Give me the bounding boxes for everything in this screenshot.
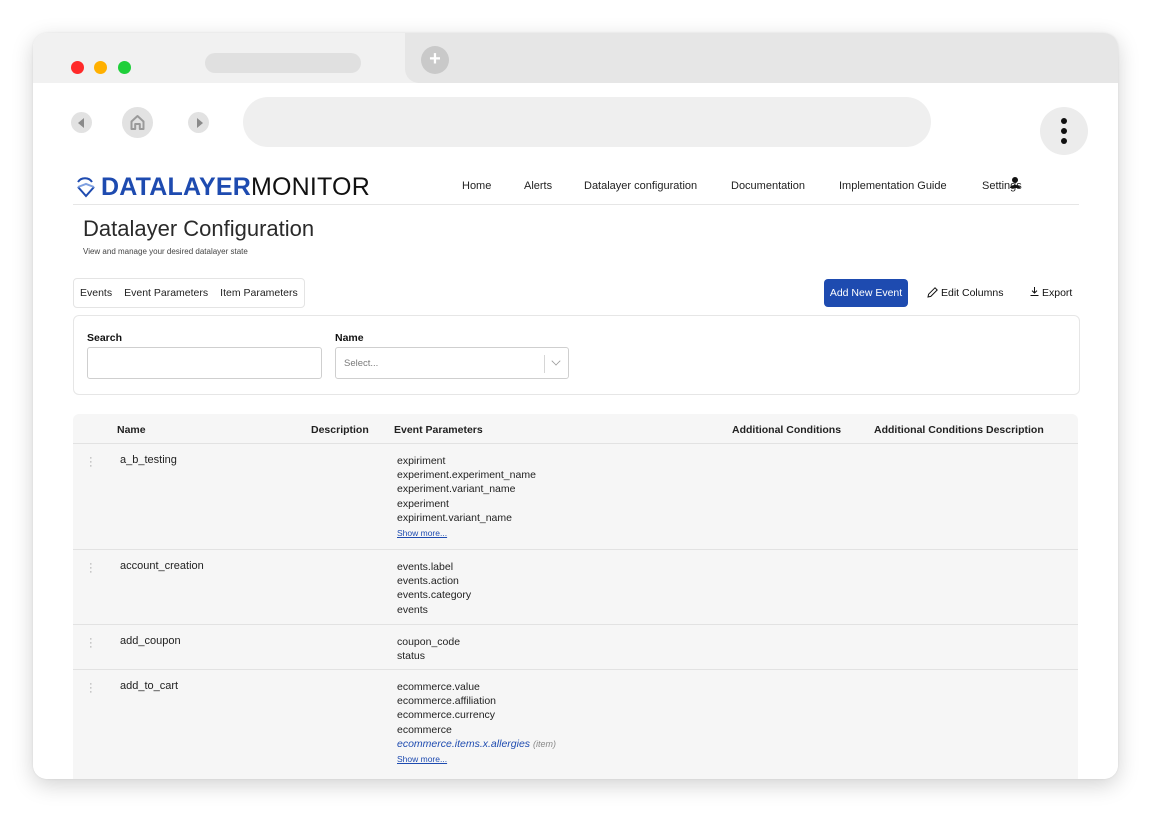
export-label: Export (1042, 287, 1073, 299)
event-parameter: coupon_code (397, 636, 461, 648)
column-header-description[interactable]: Description (311, 424, 369, 436)
nav-alerts[interactable]: Alerts (524, 180, 552, 192)
table-row[interactable]: · · · add_coupon coupon_code status (73, 625, 1078, 670)
nav-home[interactable]: Home (462, 180, 491, 192)
export-button[interactable]: Export (1029, 286, 1072, 299)
tab-event-parameters[interactable]: Event Parameters (118, 287, 214, 299)
event-parameter: ecommerce.affiliation (397, 695, 497, 708)
nav-documentation[interactable]: Documentation (731, 180, 805, 192)
select-divider (544, 355, 545, 373)
event-parameter: ecommerce.currency (397, 709, 496, 722)
row-menu-icon[interactable]: · · · (89, 453, 93, 472)
home-button[interactable] (122, 107, 153, 138)
event-parameter: events.label (397, 561, 454, 573)
chevron-right-icon (197, 118, 203, 128)
browser-window: + DATALAYERMONITOR Home Alerts Datalayer… (33, 33, 1118, 779)
event-parameters: coupon_code status (397, 635, 460, 663)
plus-icon[interactable]: + (421, 46, 449, 74)
person-icon[interactable] (1008, 176, 1022, 190)
chevron-left-icon (78, 118, 84, 128)
event-parameter: events (397, 603, 428, 616)
column-header-additional-conditions[interactable]: Additional Conditions (732, 424, 841, 436)
show-more-link[interactable]: Show more... (397, 526, 536, 540)
nav-implementation-guide[interactable]: Implementation Guide (839, 180, 947, 192)
event-parameters: events.label events.action events.catego… (397, 560, 471, 617)
app-header: DATALAYERMONITOR Home Alerts Datalayer c… (73, 161, 1079, 205)
event-name: a_b_testing (120, 454, 177, 466)
row-menu-icon[interactable]: · · · (89, 634, 93, 653)
event-parameters: expiriment experiment.experiment_name ex… (397, 454, 536, 540)
tab-strip (405, 33, 1118, 83)
column-header-additional-conditions-description[interactable]: Additional Conditions Description (874, 424, 1044, 436)
back-button[interactable] (71, 112, 92, 133)
column-header-name[interactable]: Name (117, 424, 146, 436)
tab-group: Events Event Parameters Item Parameters (73, 278, 305, 308)
event-name: add_coupon (120, 635, 181, 647)
chevron-down-icon (551, 356, 561, 366)
logo-icon (77, 177, 95, 198)
tab-item-parameters[interactable]: Item Parameters (214, 287, 304, 299)
item-parameter[interactable]: ecommerce.items.x.allergies (397, 738, 530, 750)
event-parameter: status (397, 650, 426, 663)
edit-columns-label: Edit Columns (941, 286, 1004, 299)
minimize-window-button[interactable] (94, 61, 107, 74)
logo-text-light: MONITOR (250, 173, 370, 201)
maximize-window-button[interactable] (118, 61, 131, 74)
home-icon (130, 115, 145, 130)
event-name: add_to_cart (120, 680, 179, 692)
edit-columns-button[interactable]: Edit Columns (926, 286, 1003, 299)
event-parameter: expiriment (397, 455, 446, 467)
event-parameter: ecommerce.value (397, 681, 480, 693)
logo-text-strong: DATALAYER (101, 173, 251, 201)
row-menu-icon[interactable]: · · · (89, 559, 93, 578)
pencil-icon (927, 287, 938, 298)
event-parameter: experiment (397, 497, 449, 510)
nav-datalayer-configuration[interactable]: Datalayer configuration (584, 180, 697, 192)
column-header-event-parameters[interactable]: Event Parameters (394, 424, 483, 436)
table-row[interactable]: · · · account_creation events.label events… (73, 550, 1078, 625)
logo[interactable]: DATALAYERMONITOR (75, 173, 370, 202)
name-select-placeholder: Select... (344, 358, 379, 369)
event-parameter: events.category (397, 589, 472, 602)
browser-toolbar (33, 83, 1118, 161)
event-parameter: experiment.variant_name (397, 483, 516, 496)
browser-tab[interactable] (205, 53, 361, 73)
tab-events[interactable]: Events (74, 287, 118, 299)
show-more-link[interactable]: Show more... (397, 752, 556, 766)
name-select[interactable]: Select... (335, 347, 569, 379)
download-icon (1030, 287, 1039, 296)
browser-menu-button[interactable] (1040, 107, 1088, 155)
table-row[interactable]: · · · a_b_testing expiriment experiment.ex… (73, 444, 1078, 550)
item-parameter-row: ecommerce.items.x.allergies (item) (397, 737, 556, 751)
event-parameter: events.action (397, 575, 459, 588)
kebab-dot (1061, 138, 1067, 144)
table-row[interactable]: · · · add_to_cart ecommerce.value ecommerc… (73, 670, 1078, 779)
row-menu-icon[interactable]: · · · (89, 679, 93, 698)
event-parameter: ecommerce (397, 723, 452, 736)
filter-panel: Search Name Select... (73, 315, 1080, 395)
app-content: DATALAYERMONITOR Home Alerts Datalayer c… (33, 161, 1118, 779)
close-window-button[interactable] (71, 61, 84, 74)
kebab-dot (1061, 128, 1067, 134)
search-input[interactable] (87, 347, 322, 379)
item-tag: (item) (532, 738, 556, 749)
forward-button[interactable] (188, 112, 209, 133)
address-bar[interactable] (243, 97, 931, 147)
event-parameter: expiriment.variant_name (397, 511, 512, 524)
name-filter-label: Name (335, 332, 364, 344)
event-parameter: experiment.experiment_name (397, 469, 536, 482)
tab-bar: + (33, 33, 1118, 83)
event-name: account_creation (120, 560, 204, 572)
kebab-dot (1061, 118, 1067, 124)
events-table: Name Description Event Parameters Additi… (73, 414, 1078, 779)
event-parameters: ecommerce.value ecommerce.affiliation ec… (397, 680, 556, 766)
add-new-event-button[interactable]: Add New Event (824, 279, 908, 307)
page-subtitle: View and manage your desired datalayer s… (83, 247, 248, 256)
search-label: Search (87, 332, 123, 344)
page-title: Datalayer Configuration (83, 216, 315, 241)
